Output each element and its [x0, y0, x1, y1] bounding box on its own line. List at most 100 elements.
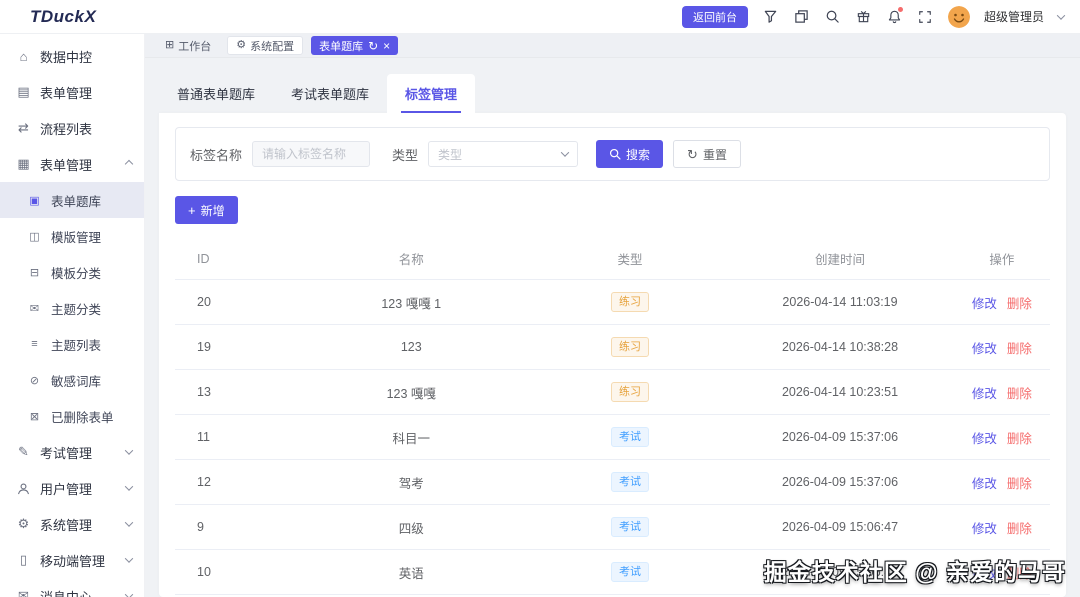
main-area: ⊞ 工作台 ⚙ 系统配置 表单题库 ↻ × 普通表单题库 考试表单题库 标签管理: [145, 34, 1080, 597]
edit-link[interactable]: 修改: [972, 387, 997, 401]
tab-exam-form-bank[interactable]: 考试表单题库: [273, 74, 387, 113]
card-tabs: 普通表单题库 考试表单题库 标签管理: [159, 74, 1066, 113]
sidebar-item-sensitive-words[interactable]: ⊘ 敏感词库: [0, 362, 144, 398]
toolbar: + 新增: [175, 196, 1050, 224]
edit-link[interactable]: 修改: [972, 432, 997, 446]
cell-name: 123 嘎嘎 1: [288, 279, 534, 325]
plus-icon: +: [188, 202, 196, 218]
table-row: 9 四级 考试 2026-04-09 15:06:47 修改 删除: [175, 504, 1050, 550]
sidebar-item-label: 表单管理: [40, 85, 93, 101]
sidebar-item-template-category[interactable]: ⊟ 模板分类: [0, 254, 144, 290]
notification-bell-icon[interactable]: [886, 7, 903, 25]
cell-actions: 修改删除: [953, 549, 1050, 595]
sidebar-item-form-question-bank[interactable]: ▣ 表单题库: [0, 182, 144, 218]
sidebar-item-deleted-forms[interactable]: ⊠ 已删除表单: [0, 398, 144, 434]
back-to-front-button[interactable]: 返回前台: [681, 5, 748, 28]
cell-type: 练习: [533, 369, 727, 415]
sidebar-group-exam-management[interactable]: ✎ 考试管理: [0, 434, 144, 470]
sidebar-item-label: 主题分类: [51, 302, 102, 317]
sidebar-group-system-management[interactable]: ⚙ 系统管理: [0, 506, 144, 542]
delete-link[interactable]: 删除: [1007, 387, 1032, 401]
delete-link[interactable]: 删除: [1007, 567, 1032, 581]
tab-tag-management[interactable]: 标签管理: [387, 74, 476, 113]
cell-id: 10: [175, 549, 289, 595]
username[interactable]: 超级管理员: [984, 8, 1044, 25]
cell-id: 9: [175, 504, 289, 550]
cell-name: 123: [288, 324, 534, 370]
delete-link[interactable]: 删除: [1007, 297, 1032, 311]
nav-tab-system-config[interactable]: ⚙ 系统配置: [227, 36, 304, 55]
chevron-down-icon: [124, 518, 134, 527]
nav-tab-form-bank[interactable]: 表单题库 ↻ ×: [311, 36, 399, 55]
nav-tab-workbench[interactable]: ⊞ 工作台: [157, 36, 219, 55]
sidebar-item-label: 已删除表单: [51, 410, 114, 425]
sidebar-item-process-list[interactable]: ⇄ 流程列表: [0, 110, 144, 146]
search-button[interactable]: 搜索: [596, 140, 664, 168]
column-header-type: 类型: [533, 238, 727, 280]
mobile-icon: ▯: [19, 552, 28, 567]
sidebar-group-user-management[interactable]: 用户管理: [0, 470, 144, 506]
reset-button[interactable]: ↻ 重置: [673, 140, 741, 168]
sidebar-item-data-control[interactable]: ⌂ 数据中控: [0, 38, 144, 74]
avatar[interactable]: [947, 5, 970, 28]
home-icon: ⌂: [19, 48, 28, 64]
type-tag: 考试: [611, 427, 649, 447]
sidebar-item-theme-list[interactable]: ≡ 主题列表: [0, 326, 144, 362]
cell-actions: 修改删除: [953, 459, 1050, 505]
sidebar-group-mobile-management[interactable]: ▯ 移动端管理: [0, 542, 144, 578]
sidebar-item-label: 流程列表: [40, 121, 93, 137]
delete-link[interactable]: 删除: [1007, 522, 1032, 536]
notification-dot: [897, 7, 903, 12]
table-row: 13 123 嘎嘎 练习 2026-04-14 10:23:51 修改 删除: [175, 369, 1050, 415]
delete-link[interactable]: 删除: [1007, 477, 1032, 491]
type-tag: 练习: [611, 382, 649, 402]
search-icon[interactable]: [824, 8, 841, 25]
type-select[interactable]: 类型: [428, 141, 579, 167]
sidebar-group-form-management[interactable]: ▦ 表单管理: [0, 146, 144, 182]
delete-link[interactable]: 删除: [1007, 342, 1032, 356]
cell-actions: 修改删除: [953, 369, 1050, 415]
filter-icon[interactable]: [762, 8, 779, 25]
edit-link[interactable]: 修改: [972, 297, 997, 311]
cell-type: 练习: [533, 324, 727, 370]
chevron-down-icon[interactable]: [1056, 10, 1066, 20]
brand-logo[interactable]: TDuckX: [30, 7, 96, 27]
sidebar-item-label: 考试管理: [40, 445, 93, 461]
app-root: TDuckX 返回前台 超级管理员 ⌂ 数据中控 ▤ 表单管理 ⇄ 流程列表 ▦…: [0, 0, 1080, 597]
gift-icon[interactable]: [855, 8, 872, 25]
tab-normal-form-bank[interactable]: 普通表单题库: [159, 74, 273, 113]
edit-link[interactable]: 修改: [972, 522, 997, 536]
close-icon[interactable]: ×: [383, 40, 390, 52]
type-select-placeholder: 类型: [438, 147, 463, 162]
sidebar-item-label: 表单管理: [40, 157, 93, 173]
gear-icon: ⚙: [236, 39, 247, 51]
tags-table: ID 名称 类型 创建时间 操作 20 123 嘎嘎 1 练习 2026-04-: [175, 238, 1050, 597]
chevron-down-icon: [124, 590, 134, 597]
sidebar-group-message-center[interactable]: ✉ 消息中心: [0, 578, 144, 597]
sidebar-item-form-management[interactable]: ▤ 表单管理: [0, 74, 144, 110]
flow-icon: ⇄: [18, 120, 29, 135]
sidebar-item-label: 模版管理: [51, 230, 102, 245]
sidebar-item-label: 数据中控: [40, 49, 93, 65]
edit-link[interactable]: 修改: [972, 342, 997, 356]
cell-name: 驾考: [288, 459, 534, 505]
tag-name-input[interactable]: [252, 141, 371, 167]
edit-link[interactable]: 修改: [972, 567, 997, 581]
cell-id: 19: [175, 324, 289, 370]
filter-bar: 标签名称 类型 类型 搜索 ↻ 重置: [175, 127, 1050, 181]
chevron-down-icon: [124, 482, 134, 491]
fullscreen-icon[interactable]: [917, 8, 934, 25]
add-button[interactable]: + 新增: [175, 196, 238, 224]
edit-link[interactable]: 修改: [972, 477, 997, 491]
delete-link[interactable]: 删除: [1007, 432, 1032, 446]
trash-icon: ⊠: [29, 410, 40, 423]
type-tag: 考试: [611, 517, 649, 537]
refresh-icon[interactable]: ↻: [368, 40, 378, 52]
cell-id: 20: [175, 279, 289, 325]
sidebar-item-template-management[interactable]: ◫ 模版管理: [0, 218, 144, 254]
sidebar: ⌂ 数据中控 ▤ 表单管理 ⇄ 流程列表 ▦ 表单管理 ▣ 表单题库 ◫ 模版管…: [0, 34, 145, 597]
layers-icon[interactable]: [793, 8, 810, 25]
bank-icon: ▣: [29, 194, 40, 207]
chevron-down-icon: [560, 148, 570, 157]
sidebar-item-theme-category[interactable]: ✉ 主题分类: [0, 290, 144, 326]
